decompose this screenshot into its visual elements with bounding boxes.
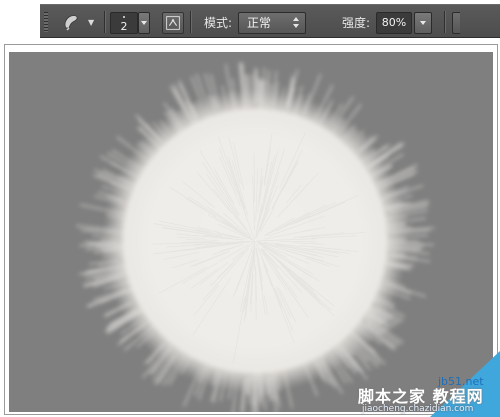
brush-picker-dropdown-button[interactable] (138, 12, 150, 34)
mode-select-value: 正常 (247, 16, 272, 30)
watermark-url: jiaocheng.chazidian.com (362, 404, 474, 414)
strength-label: 强度: (342, 16, 371, 30)
brush-size-field[interactable]: 2 (110, 12, 138, 34)
select-updown-icon (293, 17, 299, 29)
toolbar-grip[interactable] (44, 12, 48, 32)
toolbar-divider (190, 11, 191, 33)
puffball-image (76, 62, 435, 412)
tool-options-bar: ▼ 2 模式: 正常 强度: 80% (40, 4, 500, 38)
toolbar-divider (444, 11, 445, 33)
image-canvas[interactable] (9, 52, 493, 412)
brush-panel-toggle-icon[interactable] (162, 12, 184, 34)
mode-label: 模式: (204, 16, 233, 30)
sample-all-layers-checkbox[interactable] (452, 12, 460, 34)
document-window (4, 44, 498, 415)
strength-slider-dropdown-button[interactable] (414, 12, 432, 34)
brush-tip-dot (123, 16, 125, 18)
toolbar-divider (104, 11, 105, 33)
smudge-finger-icon[interactable] (60, 13, 82, 31)
strength-field[interactable]: 80% (376, 12, 412, 34)
brush-size-value: 2 (120, 20, 128, 33)
tool-preset-chevron-down-icon[interactable]: ▼ (88, 19, 94, 27)
mode-select[interactable]: 正常 (238, 12, 306, 34)
